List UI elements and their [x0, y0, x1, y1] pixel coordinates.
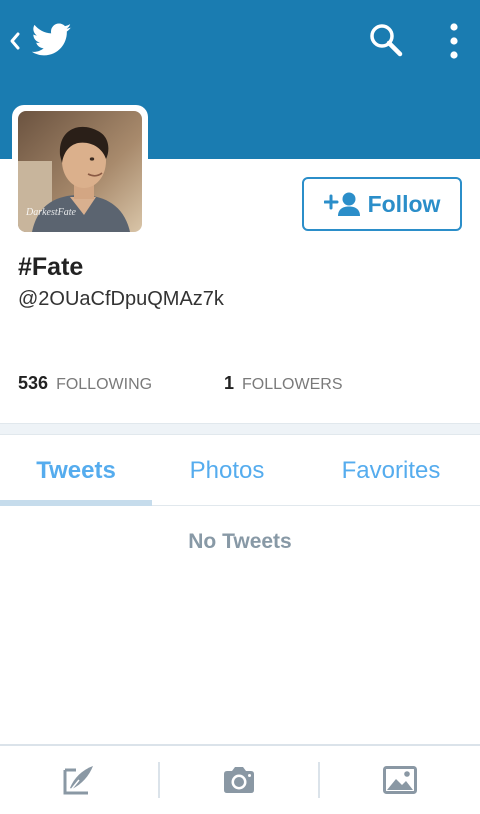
active-tab-indicator — [0, 500, 152, 506]
tab-favorites[interactable]: Favorites — [302, 436, 480, 506]
followers-stat[interactable]: 1 FOLLOWERS — [224, 373, 343, 394]
bottom-toolbar — [0, 744, 480, 814]
profile-tabs: Tweets Photos Favorites — [0, 436, 480, 506]
tab-photos[interactable]: Photos — [152, 436, 302, 506]
camera-button[interactable] — [160, 746, 318, 814]
follow-button[interactable]: Follow — [302, 177, 462, 231]
vertical-dots-icon[interactable] — [444, 20, 464, 62]
avatar-image: DarkestFate — [18, 111, 142, 232]
search-icon[interactable] — [368, 22, 404, 58]
chevron-left-icon[interactable] — [6, 28, 24, 54]
follow-button-label: Follow — [367, 190, 441, 217]
photo-icon — [383, 766, 417, 794]
photo-button[interactable] — [320, 746, 480, 814]
following-label: FOLLOWING — [56, 376, 153, 393]
section-divider — [0, 423, 480, 435]
compose-tweet-icon — [63, 766, 93, 795]
profile-screen: DarkestFate Follow #Fate @2OUaCfDpuQMAz7… — [0, 0, 480, 814]
empty-tweets-message: No Tweets — [188, 530, 292, 553]
followers-label: FOLLOWERS — [242, 376, 343, 393]
display-name: #Fate — [18, 253, 84, 281]
followers-count: 1 — [224, 373, 235, 393]
avatar-watermark: DarkestFate — [25, 207, 77, 218]
following-count: 536 — [18, 373, 49, 393]
camera-icon — [224, 767, 254, 793]
following-stat[interactable]: 536 FOLLOWING — [18, 373, 152, 394]
user-handle: @2OUaCfDpuQMAz7k — [18, 288, 224, 310]
add-user-icon — [323, 192, 360, 216]
compose-button[interactable] — [0, 746, 158, 814]
avatar-photo: DarkestFate — [18, 111, 142, 232]
avatar[interactable]: DarkestFate — [12, 105, 148, 238]
twitter-bird-icon[interactable] — [32, 22, 72, 58]
tab-tweets[interactable]: Tweets — [0, 436, 152, 506]
